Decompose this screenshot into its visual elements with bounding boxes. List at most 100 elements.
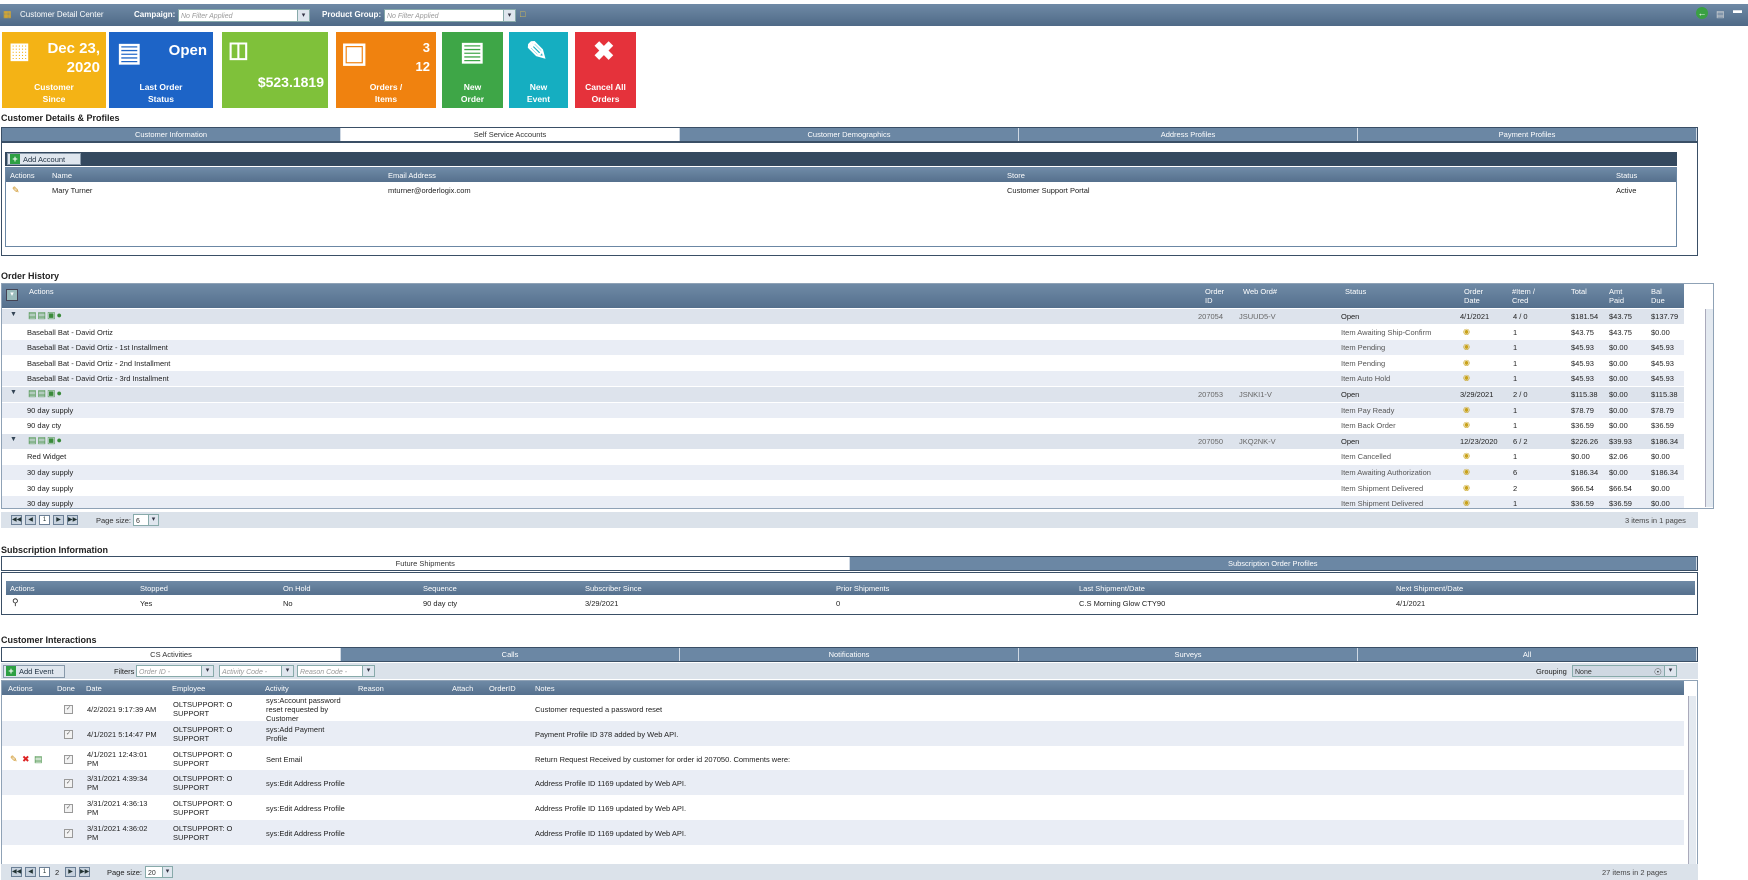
magnifier-icon[interactable]: ⚲ — [12, 597, 19, 608]
campaign-label: Campaign: — [134, 10, 176, 19]
box-icon: ▣ — [341, 37, 368, 68]
minimize-icon[interactable]: ▬ — [1733, 5, 1742, 15]
add-icon: + — [6, 666, 16, 676]
status-icon: ◉ — [1463, 498, 1470, 508]
interactions-toolbar: + Add Event Filters Order ID - ▾ Activity … — [1, 663, 1698, 679]
tab-future-shipments[interactable]: Future Shipments — [2, 557, 850, 570]
expand-toggle-icon[interactable]: ▼ — [10, 436, 17, 443]
new-event-icon: ✎ — [526, 36, 548, 66]
customer-since-tile: ▦ Dec 23, 2020 Customer Since — [2, 32, 106, 108]
page-1-button[interactable]: 1 — [39, 867, 50, 877]
grouping-select[interactable]: None ☉ ▾ — [1572, 665, 1677, 677]
accounts-toolbar: + Add Account — [5, 152, 1677, 166]
done-checkbox[interactable]: ✓ — [64, 705, 73, 714]
tab-customer-demographics[interactable]: Customer Demographics — [680, 128, 1019, 141]
top-toolbar: ▦ Customer Detail Center Campaign: No Fi… — [0, 4, 1748, 26]
order-group-row: ▼ ▤▤▣● 207054 JSUUD5-V Open 4/1/2021 4 / 0 $181… — [2, 309, 1684, 324]
filters-label: Filters — [114, 667, 135, 676]
first-page-button[interactable]: ◀◀ — [11, 867, 22, 877]
tab-surveys[interactable]: Surveys — [1019, 648, 1358, 661]
edit-pencil-icon[interactable]: ✎ — [10, 754, 18, 765]
add-event-button[interactable]: + Add Event — [3, 665, 65, 678]
delete-icon[interactable]: ✖ — [22, 754, 30, 765]
collapse-all-icon[interactable]: ▾ — [6, 289, 18, 301]
clear-grouping-icon[interactable]: ☉ — [1654, 666, 1662, 679]
last-page-button[interactable]: ▶▶ — [67, 515, 78, 525]
order-history-scrollbar[interactable] — [1705, 309, 1713, 507]
status-icon: ◉ — [1463, 342, 1470, 352]
back-arrow-icon[interactable]: ← — [1696, 7, 1708, 19]
add-account-button[interactable]: + Add Account — [7, 153, 81, 165]
app-title: Customer Detail Center — [20, 10, 104, 19]
product-group-select[interactable]: No Filter Applied ▾ — [384, 9, 516, 22]
expand-toggle-icon[interactable]: ▼ — [10, 389, 17, 396]
tab-all[interactable]: All — [1358, 648, 1697, 661]
done-checkbox[interactable]: ✓ — [64, 754, 73, 764]
page-size-select[interactable]: 6 ▾ — [133, 514, 159, 526]
campaign-select[interactable]: No Filter Applied ▾ — [178, 9, 310, 22]
activity-code-filter[interactable]: Activity Code - ▾ — [219, 665, 294, 677]
order-history-header: ▾ Actions Order ID Web Ord# Status Order… — [2, 284, 1684, 308]
next-page-button[interactable]: ▶ — [53, 515, 64, 525]
prev-page-button[interactable]: ◀ — [25, 515, 36, 525]
order-item-row: 30 day supply Item Awaiting Authorization… — [2, 465, 1684, 480]
page-size-label: Page size: — [107, 868, 143, 877]
interactions-summary: 27 items in 2 pages — [1602, 868, 1668, 877]
new-order-icon: ▤ — [460, 36, 485, 66]
tab-notifications[interactable]: Notifications — [680, 648, 1019, 661]
chevron-down-icon: ▾ — [297, 10, 309, 21]
cancel-all-orders-tile[interactable]: ✖ Cancel All Orders — [575, 32, 636, 108]
order-group-row: ▼ ▤▤▣● 207053 JSNKI1-V Open 3/29/2021 2 / 0 $11… — [2, 387, 1684, 402]
last-order-status-tile: ▤ Open Last Order Status — [109, 32, 213, 108]
order-id-filter[interactable]: Order ID - ▾ — [136, 665, 214, 677]
tab-self-service-accounts[interactable]: Self Service Accounts — [341, 128, 680, 141]
status-icon: ◉ — [1463, 404, 1470, 414]
tab-calls[interactable]: Calls — [341, 648, 680, 661]
order-item-row: Baseball Bat - David Ortiz Item Awaiting … — [27, 326, 1670, 337]
expand-toggle-icon[interactable]: ▼ — [10, 311, 17, 318]
tab-cs-activities[interactable]: CS Activities — [2, 648, 341, 661]
orders-items-tile: ▣ 3 12 Orders / Items — [336, 32, 436, 108]
tab-customer-information[interactable]: Customer Information — [2, 128, 341, 141]
chevron-down-icon: ▾ — [362, 666, 374, 676]
done-checkbox[interactable]: ✓ — [64, 729, 73, 739]
status-icon: ◉ — [1463, 326, 1470, 336]
status-icon: ◉ — [1463, 373, 1470, 383]
tab-address-profiles[interactable]: Address Profiles — [1019, 128, 1358, 141]
customer-details-tabs: Customer Information Self Service Accoun… — [1, 127, 1698, 142]
reason-code-filter[interactable]: Reason Code - ▾ — [297, 665, 375, 677]
done-checkbox[interactable]: ✓ — [64, 829, 73, 838]
new-event-tile[interactable]: ✎ New Event — [509, 32, 568, 108]
tab-payment-profiles[interactable]: Payment Profiles — [1358, 128, 1697, 141]
print-icon[interactable]: ▤ — [1716, 9, 1725, 20]
next-page-button[interactable]: ▶ — [65, 867, 76, 877]
last-page-button[interactable]: ▶▶ — [79, 867, 90, 877]
page-2-link[interactable]: 2 — [55, 868, 59, 877]
order-actions-icons[interactable]: ▤▤▣● — [28, 310, 63, 321]
done-checkbox[interactable]: ✓ — [64, 804, 73, 814]
interactions-scrollbar[interactable] — [1688, 696, 1696, 864]
page-number-button[interactable]: 1 — [39, 515, 50, 525]
new-order-tile[interactable]: ▤ New Order — [442, 32, 503, 108]
interactions-rows: ✓ 4/2/2021 9:17:39 AM OLTSUPPORT: O SUPPORT… — [2, 696, 1684, 864]
page-size-label: Page size: — [96, 516, 132, 525]
order-item-row: 90 day supply Item Pay Ready ◉ 1 $78.79 $0.00… — [2, 402, 1684, 418]
subscription-header: Actions Stopped On Hold Sequence Subscri… — [6, 581, 1695, 595]
prev-page-button[interactable]: ◀ — [25, 867, 36, 877]
balance-tile: ◫ $523.1819 — [222, 32, 328, 108]
done-checkbox[interactable]: ✓ — [64, 779, 73, 789]
first-page-button[interactable]: ◀◀ — [11, 515, 22, 525]
order-group-row: ▼ ▤▤▣● 207050 JKQ2NK-V Open 12/23/2020 6 / 2 $2… — [2, 433, 1684, 449]
order-item-row: 30 day supply Item Shipment Delivered ◉ 2 $6… — [27, 482, 1670, 493]
tab-subscription-order-profiles[interactable]: Subscription Order Profiles — [850, 557, 1697, 570]
lock-icon[interactable]: □ — [520, 9, 525, 19]
order-actions-icons[interactable]: ▤▤▣● — [28, 388, 63, 399]
edit-pencil-icon[interactable]: ✎ — [12, 185, 20, 196]
status-icon: ◉ — [1463, 451, 1470, 461]
order-actions-icons[interactable]: ▤▤▣● — [28, 435, 63, 446]
page-size-select[interactable]: 20 ▾ — [145, 866, 173, 878]
cancel-user-icon: ✖ — [593, 36, 615, 66]
order-item-row: 90 day cty Item Back Order ◉ 1 $36.59 $0.00 $3… — [27, 420, 1674, 431]
self-service-accounts-panel: + Add Account Actions Name Email Address … — [1, 142, 1698, 256]
attach-icon[interactable]: ▤ — [34, 754, 43, 765]
